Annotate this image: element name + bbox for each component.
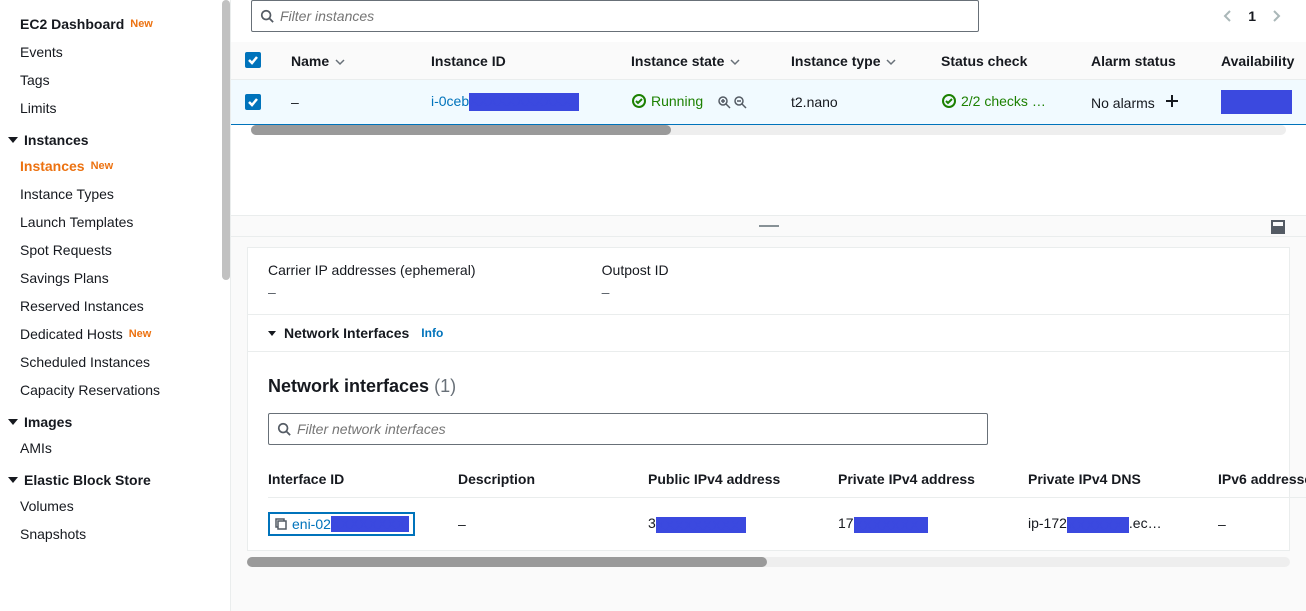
instance-type-cell: t2.nano xyxy=(777,80,927,125)
sort-icon[interactable] xyxy=(730,53,740,69)
carrier-ip-label: Carrier IP addresses (ephemeral) xyxy=(268,262,602,278)
sidebar-item-dedicated-hosts[interactable]: Dedicated Hosts New xyxy=(0,320,230,348)
new-badge: New xyxy=(91,160,114,172)
sidebar: EC2 Dashboard New Events Tags Limits Ins… xyxy=(0,0,230,611)
redacted xyxy=(1221,90,1292,114)
network-interfaces-section-header[interactable]: Network Interfaces Info xyxy=(248,314,1289,352)
detail-panel: Carrier IP addresses (ephemeral) – Outpo… xyxy=(231,237,1306,611)
new-badge: New xyxy=(130,18,153,30)
sidebar-section-ebs[interactable]: Elastic Block Store xyxy=(0,462,230,492)
outpost-id-value: – xyxy=(602,284,936,300)
description-cell: – xyxy=(458,498,648,551)
horizontal-scrollbar[interactable] xyxy=(247,557,1290,567)
interface-id-focus[interactable]: eni-02XXXXXXXX xyxy=(268,512,415,536)
sidebar-item-reserved-instances[interactable]: Reserved Instances xyxy=(0,292,230,320)
horizontal-scrollbar[interactable] xyxy=(251,125,1286,135)
redacted: XXXXXX xyxy=(1067,517,1129,533)
table-row[interactable]: eni-02XXXXXXXX – 3XXXXXXXXX 17XXXXXXX ip… xyxy=(268,498,1306,551)
zoom-out-icon xyxy=(733,95,747,109)
alarm-status: No alarms xyxy=(1091,95,1155,111)
sidebar-item-amis[interactable]: AMIs xyxy=(0,434,230,462)
redacted: XXXXXXXXX xyxy=(656,517,746,533)
prev-page-icon[interactable] xyxy=(1222,10,1234,22)
status-ok-icon xyxy=(631,93,647,109)
table-row[interactable]: – i-0cebXXXXXXXXXXX Running xyxy=(231,80,1306,125)
search-icon xyxy=(260,9,274,23)
instances-table: Name Instance ID Instance state Instance… xyxy=(231,42,1306,125)
redacted: XXXXXXXXXXX xyxy=(469,93,579,111)
sidebar-item-limits[interactable]: Limits xyxy=(0,94,230,122)
zoom-in-icon xyxy=(717,95,731,109)
sidebar-item-instance-types[interactable]: Instance Types xyxy=(0,180,230,208)
sidebar-item-events[interactable]: Events xyxy=(0,38,230,66)
sidebar-item-spot-requests[interactable]: Spot Requests xyxy=(0,236,230,264)
panel-splitter[interactable] xyxy=(231,215,1306,237)
state-actions[interactable] xyxy=(717,95,747,109)
caret-down-icon xyxy=(8,477,18,483)
sidebar-item-launch-templates[interactable]: Launch Templates xyxy=(0,208,230,236)
instance-state: Running xyxy=(631,93,703,109)
sidebar-item-savings-plans[interactable]: Savings Plans xyxy=(0,264,230,292)
main-content: 1 Name Instance ID Instance state Instan… xyxy=(230,0,1306,611)
status-ok-icon xyxy=(941,93,957,109)
filter-input-field[interactable] xyxy=(280,8,970,24)
next-page-icon[interactable] xyxy=(1270,10,1282,22)
sort-icon[interactable] xyxy=(886,53,896,69)
filter-instances-input[interactable] xyxy=(251,0,979,32)
scrollbar[interactable] xyxy=(222,0,230,280)
sort-icon[interactable] xyxy=(335,53,345,69)
name-cell: – xyxy=(277,80,417,125)
network-interfaces-table: Interface ID Description Public IPv4 add… xyxy=(268,461,1306,550)
sidebar-item-tags[interactable]: Tags xyxy=(0,66,230,94)
info-link[interactable]: Info xyxy=(421,326,443,340)
outpost-id-label: Outpost ID xyxy=(602,262,936,278)
sidebar-item-capacity-reservations[interactable]: Capacity Reservations xyxy=(0,376,230,404)
caret-down-icon xyxy=(268,331,276,336)
sidebar-item-scheduled-instances[interactable]: Scheduled Instances xyxy=(0,348,230,376)
redacted: XXXXXXX xyxy=(854,517,928,533)
row-checkbox[interactable] xyxy=(245,94,261,110)
pagination: 1 xyxy=(1222,8,1286,24)
add-alarm-icon[interactable] xyxy=(1165,94,1179,108)
carrier-ip-value: – xyxy=(268,284,602,300)
sidebar-item-volumes[interactable]: Volumes xyxy=(0,492,230,520)
select-all-checkbox[interactable] xyxy=(245,52,261,68)
filter-network-interfaces-input[interactable] xyxy=(268,413,988,445)
sidebar-item-instances[interactable]: Instances New xyxy=(0,152,230,180)
sidebar-section-images[interactable]: Images xyxy=(0,404,230,434)
page-number: 1 xyxy=(1248,8,1256,24)
sidebar-section-instances[interactable]: Instances xyxy=(0,122,230,152)
network-interfaces-heading: Network interfaces (1) xyxy=(248,352,1289,413)
caret-down-icon xyxy=(8,419,18,425)
copy-icon[interactable] xyxy=(274,517,288,531)
instance-id-link[interactable]: i-0ceb xyxy=(431,93,469,109)
ni-filter-input-field[interactable] xyxy=(297,421,979,437)
sidebar-item-snapshots[interactable]: Snapshots xyxy=(0,520,230,548)
sidebar-item-dashboard[interactable]: EC2 Dashboard New xyxy=(0,10,230,38)
caret-down-icon xyxy=(8,137,18,143)
maximize-icon[interactable] xyxy=(1270,219,1286,235)
drag-handle-icon xyxy=(759,225,779,227)
search-icon xyxy=(277,422,291,436)
ipv6-cell: – xyxy=(1218,498,1306,551)
new-badge: New xyxy=(129,328,152,340)
interface-id-link[interactable]: eni-02 xyxy=(292,516,331,532)
redacted: XXXXXXXX xyxy=(331,516,409,532)
status-check: 2/2 checks … xyxy=(941,93,1046,109)
